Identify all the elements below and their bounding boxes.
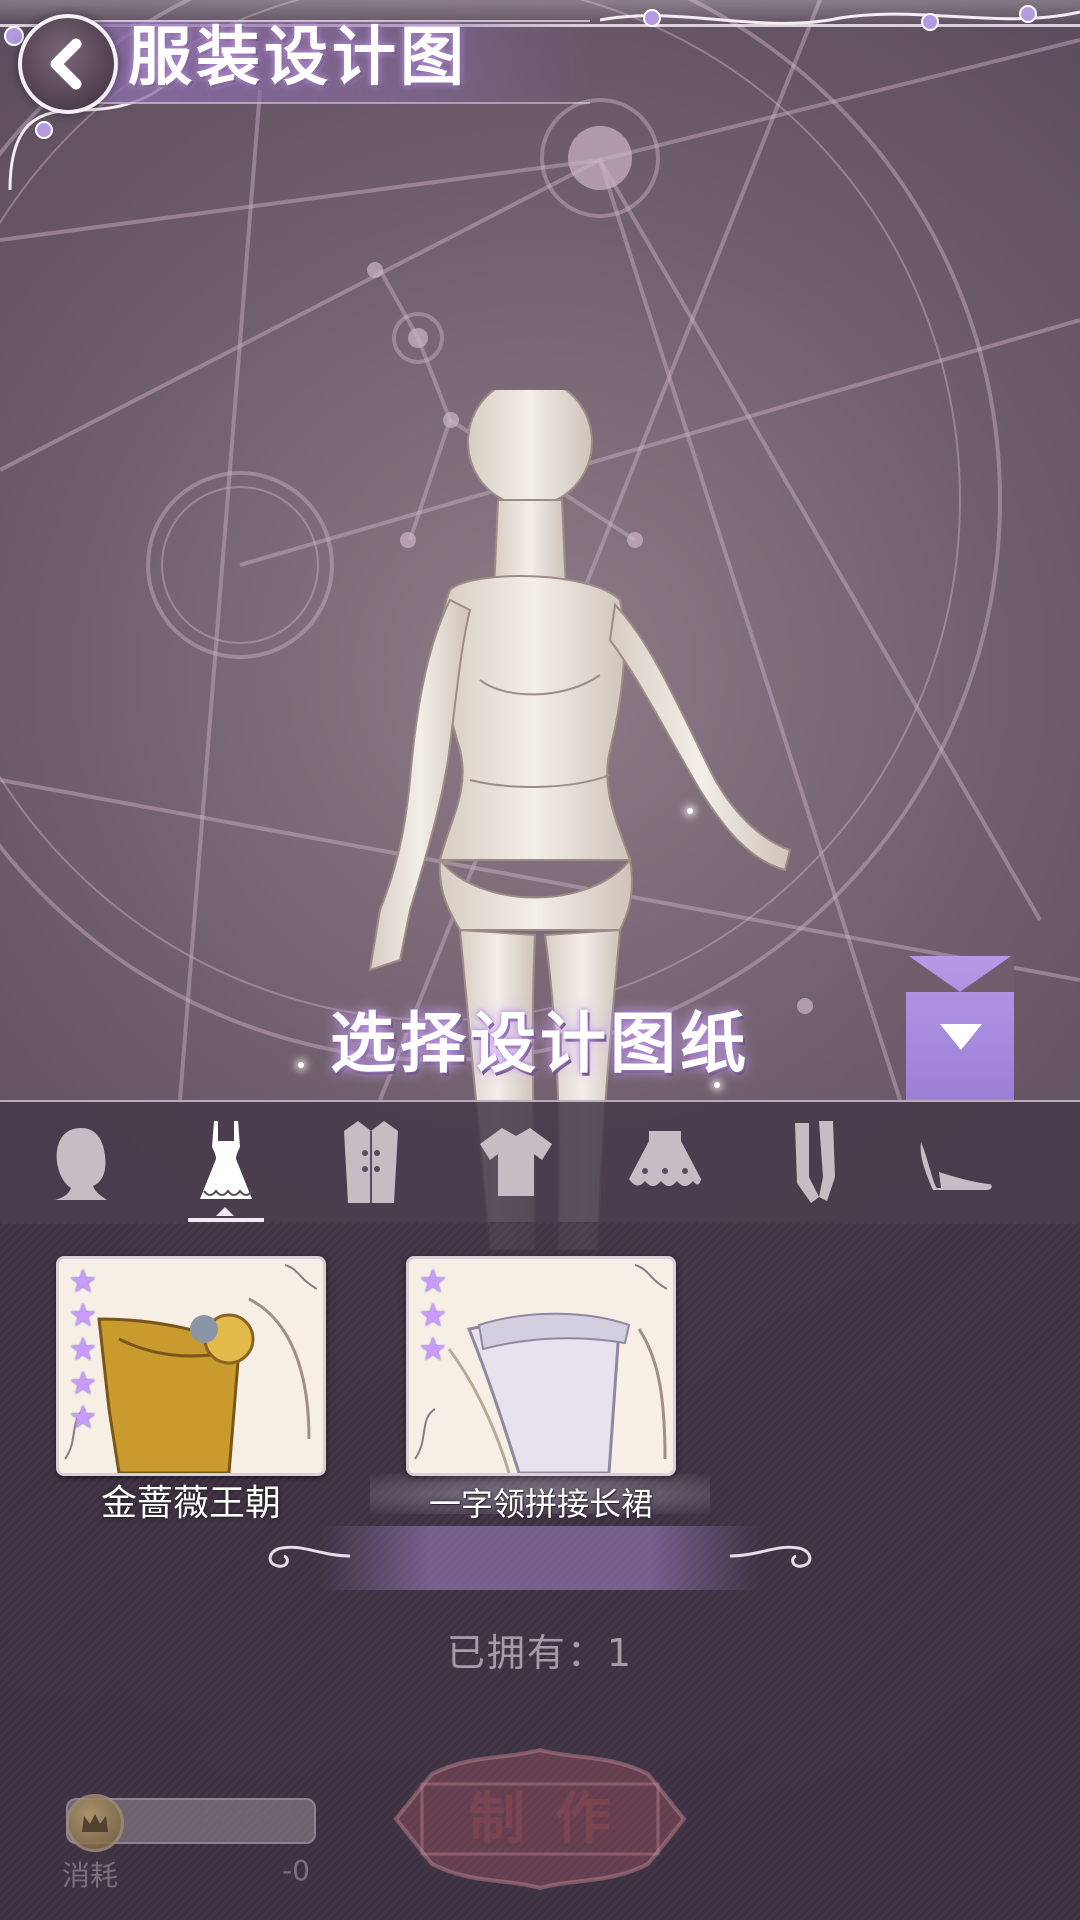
chevron-left-icon xyxy=(50,38,82,90)
design-name-golden-rose: 金蔷薇王朝 xyxy=(100,1483,281,1524)
hair-icon xyxy=(55,1128,107,1200)
triangle-down-icon xyxy=(940,1024,982,1050)
star-icon: ★ xyxy=(68,1296,98,1334)
design-card-off-shoulder-dress[interactable]: ★ ★ ★ xyxy=(406,1256,676,1476)
skirt-icon xyxy=(629,1131,701,1186)
star-icon: ★ xyxy=(418,1262,448,1300)
divider-flourish-right xyxy=(729,1545,812,1568)
tab-top[interactable] xyxy=(461,1102,571,1222)
sparkle xyxy=(687,808,693,814)
top-flourish-right xyxy=(600,5,1080,31)
coat-icon xyxy=(344,1121,398,1203)
star-icon: ★ xyxy=(418,1330,448,1368)
tab-socks[interactable] xyxy=(760,1102,870,1222)
star-icon: ★ xyxy=(68,1330,98,1368)
top-icon xyxy=(480,1128,552,1196)
design-card-golden-rose[interactable]: ★ ★ ★ ★ ★ xyxy=(56,1256,326,1476)
selected-tab-caret xyxy=(216,1207,234,1216)
description-bar xyxy=(320,1526,760,1590)
tab-shoes[interactable] xyxy=(900,1102,1010,1222)
collapse-panel-button[interactable] xyxy=(906,954,1014,1100)
rarity-stars: ★ ★ ★ ★ ★ xyxy=(67,1265,99,1433)
divider-flourish-left xyxy=(268,1545,351,1568)
category-tab-bar xyxy=(0,1100,1080,1224)
owned-count: 已拥有：1 xyxy=(446,1631,634,1675)
coin-balance: 119566 xyxy=(191,1801,306,1836)
rarity-stars: ★ ★ ★ xyxy=(417,1265,449,1365)
cost-value: -0 xyxy=(282,1854,310,1887)
back-button[interactable] xyxy=(18,14,118,114)
crown-icon xyxy=(82,1814,108,1832)
star-icon: ★ xyxy=(418,1296,448,1334)
tab-dress[interactable] xyxy=(171,1102,281,1222)
star-icon: ★ xyxy=(68,1364,98,1402)
crown-coin-icon xyxy=(66,1794,124,1852)
star-icon: ★ xyxy=(68,1262,98,1300)
tab-accessory[interactable] xyxy=(1052,1102,1080,1222)
tab-skirt[interactable] xyxy=(610,1102,720,1222)
make-button-label: 制作 xyxy=(469,1786,641,1852)
shoes-icon xyxy=(920,1142,992,1190)
tab-hair[interactable] xyxy=(26,1102,136,1222)
page-title: 服装设计图 xyxy=(128,20,468,95)
dress-icon xyxy=(200,1121,253,1199)
tab-coat[interactable] xyxy=(316,1102,426,1222)
design-name-off-shoulder-dress: 一字领拼接长裙 xyxy=(428,1485,653,1523)
star-icon: ★ xyxy=(68,1398,98,1436)
socks-icon xyxy=(795,1121,835,1203)
cost-label: 消耗 xyxy=(62,1859,119,1892)
